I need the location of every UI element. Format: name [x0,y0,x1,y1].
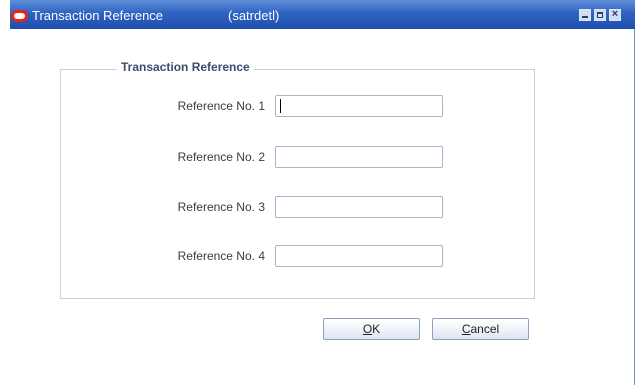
window-module-name: (satrdetl) [228,8,280,23]
ok-button[interactable]: OK [323,318,420,340]
ok-label-rest: K [372,322,381,336]
dialog-body: Transaction Reference Reference No. 1 Re… [10,29,634,385]
close-icon: × [611,8,619,20]
reference-no-2-label: Reference No. 2 [177,150,265,164]
reference-no-3-label: Reference No. 3 [177,200,265,214]
cancel-button[interactable]: Cancel [432,318,529,340]
ok-mnemonic: O [362,322,373,336]
maximize-button[interactable] [594,9,606,21]
reference-no-2-input[interactable] [275,146,443,168]
maximize-icon [597,12,603,18]
reference-no-4-input[interactable] [275,245,443,267]
close-button[interactable]: × [609,8,621,21]
minimize-icon [582,16,588,18]
reference-no-1-label: Reference No. 1 [177,99,265,113]
window-title: Transaction Reference [32,8,164,23]
group-title: Transaction Reference [117,58,254,76]
text-caret [280,99,281,113]
reference-no-4-label: Reference No. 4 [177,249,265,263]
cancel-label-rest: ancel [470,322,500,336]
minimize-button[interactable] [579,9,591,21]
title-bar[interactable]: Transaction Reference (satrdetl) × [10,0,635,29]
oracle-app-icon [11,10,28,22]
dialog-window: Transaction Reference (satrdetl) × Trans… [10,0,635,385]
reference-no-3-input[interactable] [275,196,443,218]
reference-no-1-input[interactable] [275,95,443,117]
